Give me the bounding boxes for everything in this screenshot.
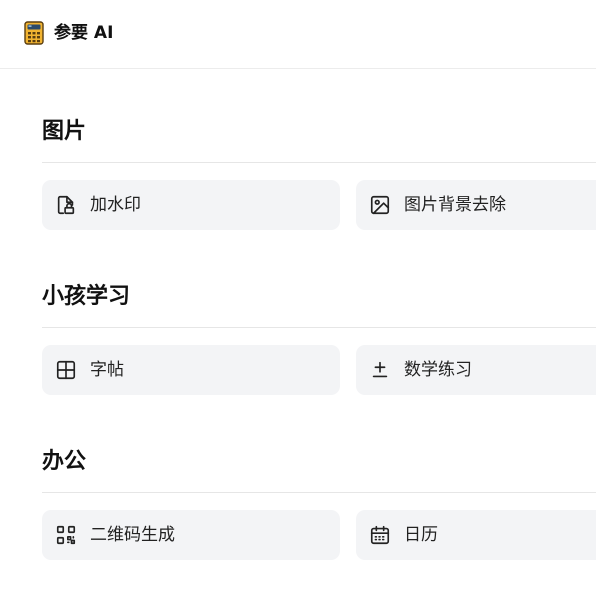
tool-label: 数学练习 xyxy=(404,360,472,380)
section-title-kids-learning: 小孩学习 xyxy=(42,284,131,309)
tool-label: 日历 xyxy=(404,525,438,545)
calculator-icon[interactable] xyxy=(24,21,44,45)
grid-icon xyxy=(56,360,76,380)
plus-minus-icon xyxy=(372,361,388,378)
tool-card-calendar[interactable]: 日历 xyxy=(356,510,596,560)
app-title[interactable]: 参要 AI xyxy=(54,22,113,44)
tool-card-copybook[interactable]: 字帖 xyxy=(42,345,340,395)
tool-card-remove-image-background[interactable]: 图片背景去除 xyxy=(356,180,596,230)
tools-panel: 图片 加水印 图片背景去除 小孩学习 字帖 数学练习 办公 二维码生成 日历 xyxy=(0,69,596,597)
tool-card-add-watermark[interactable]: 加水印 xyxy=(42,180,340,230)
qr-code-icon xyxy=(56,525,76,545)
tool-label: 图片背景去除 xyxy=(404,195,506,215)
section-title-office: 办公 xyxy=(42,449,87,474)
top-header: 参要 AI xyxy=(0,0,596,69)
image-icon xyxy=(370,195,390,215)
file-lock-icon xyxy=(57,195,75,215)
calendar-icon xyxy=(370,525,390,545)
section-title-image: 图片 xyxy=(42,119,87,144)
tool-label: 字帖 xyxy=(90,360,124,380)
tool-label: 加水印 xyxy=(90,195,141,215)
tool-card-math-practice[interactable]: 数学练习 xyxy=(356,345,596,395)
section-divider xyxy=(42,327,596,328)
tool-label: 二维码生成 xyxy=(90,525,175,545)
section-divider xyxy=(42,162,596,163)
tool-card-qr-code-generator[interactable]: 二维码生成 xyxy=(42,510,340,560)
section-divider xyxy=(42,492,596,493)
